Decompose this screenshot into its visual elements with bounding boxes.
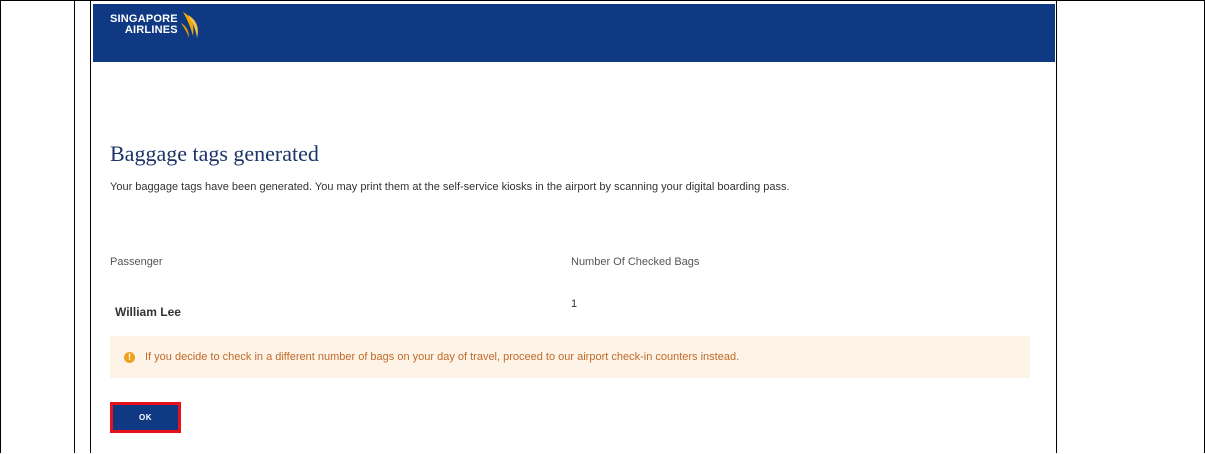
logo-line-2: AIRLINES: [124, 24, 178, 36]
page-title: Baggage tags generated: [110, 141, 319, 166]
info-alert: ! If you decide to check in a different …: [110, 336, 1030, 378]
ok-button[interactable]: OK: [110, 402, 181, 433]
bags-column-header: Number Of Checked Bags: [571, 256, 700, 268]
bird-icon: [180, 12, 198, 38]
passenger-name: William Lee: [115, 305, 181, 319]
page-description: Your baggage tags have been generated. Y…: [110, 181, 790, 193]
singapore-airlines-logo[interactable]: SINGAPORE AIRLINES: [110, 10, 202, 40]
exclamation-icon: !: [124, 351, 135, 363]
passenger-column-header: Passenger: [110, 256, 163, 268]
divider-line: [90, 1, 91, 453]
checked-bags-count: 1: [571, 298, 578, 310]
header-bar: SINGAPORE AIRLINES: [93, 4, 1055, 62]
logo-wordmark: SINGAPORE AIRLINES: [110, 14, 178, 36]
baggage-page: SINGAPORE AIRLINES Baggage tags generate…: [93, 4, 1055, 454]
alert-text: If you decide to check in a different nu…: [145, 351, 740, 363]
divider-line: [1056, 1, 1057, 453]
divider-line: [74, 1, 75, 453]
